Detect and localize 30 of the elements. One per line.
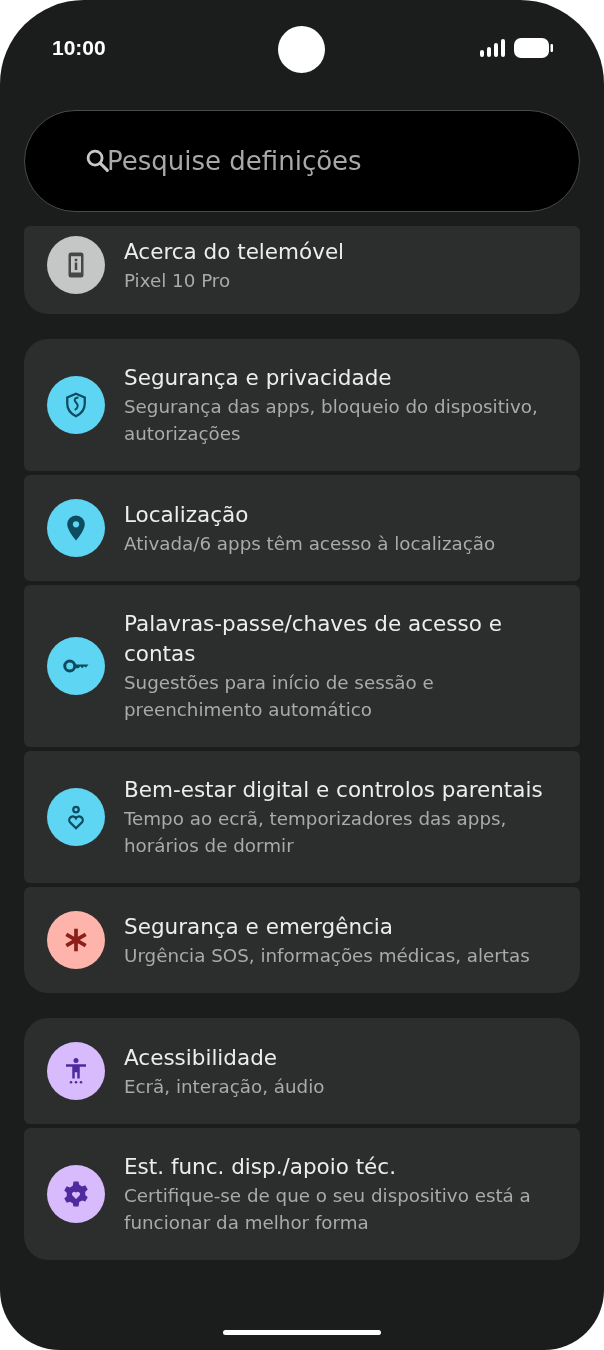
- settings-item[interactable]: Localização Ativada/6 apps têm acesso à localização: [24, 475, 580, 581]
- settings-item[interactable]: Acessibilidade Ecrã, interação, áudio: [24, 1018, 580, 1124]
- search-field[interactable]: Pesquise definições: [24, 110, 580, 212]
- item-summary: Segurança das apps, bloqueio do dispositivo, autorizações: [124, 395, 539, 446]
- item-title: Bem-estar digital e controlos parentais: [124, 776, 544, 804]
- item-summary: Certifique-se de que o seu dispositivo está a funcionar da melhor forma: [124, 1184, 532, 1235]
- item-title: Localização: [124, 500, 250, 529]
- item-title: Palavras-passe/chaves de acesso e contas: [124, 610, 503, 668]
- home-indicator[interactable]: [223, 1330, 381, 1335]
- signal-icon: [480, 39, 506, 57]
- camera-cutout: [278, 26, 325, 73]
- settings-item[interactable]: Segurança e privacidade Segurança das apps, bloqueio do dispositivo, autorizações: [24, 339, 580, 471]
- battery-icon: [514, 38, 554, 58]
- settings-item[interactable]: Est. func. disp./apoio téc. Certifique-se de que o seu dispositivo está a funcionar da melhor forma: [24, 1128, 580, 1260]
- item-summary: Ativada/6 apps têm acesso à localização: [124, 531, 496, 556]
- item-title: Acessibilidade: [124, 1043, 279, 1072]
- settings-item[interactable]: Palavras-passe/chaves de acesso e contas Sugestões para início de sessão e preenchimento automático: [24, 585, 580, 747]
- item-summary: Tempo ao ecrã, temporizadores das apps, horários de dormir: [124, 807, 508, 858]
- item-title: Segurança e emergência: [124, 912, 394, 941]
- settings-item[interactable]: Segurança e emergência Urgência SOS, informações médicas, alertas: [24, 887, 580, 993]
- item-summary: Pixel 10 Pro: [124, 268, 232, 293]
- status-time: 10:00: [52, 36, 106, 60]
- item-summary: Urgência SOS, informações médicas, alertas: [124, 943, 530, 968]
- settings-item[interactable]: Bem-estar digital e controlos parentais Tempo ao ecrã, temporizadores das apps, horários de dormir: [24, 751, 580, 883]
- settings-item[interactable]: Acerca do telemóvel Pixel 10 Pro: [24, 226, 580, 314]
- item-title: Est. func. disp./apoio téc.: [124, 1153, 397, 1181]
- item-summary: Sugestões para início de sessão e preenchimento automático: [124, 671, 435, 722]
- item-title: Acerca do telemóvel: [124, 237, 345, 266]
- item-summary: Ecrã, interação, áudio: [124, 1074, 325, 1099]
- item-title: Segurança e privacidade: [124, 364, 393, 392]
